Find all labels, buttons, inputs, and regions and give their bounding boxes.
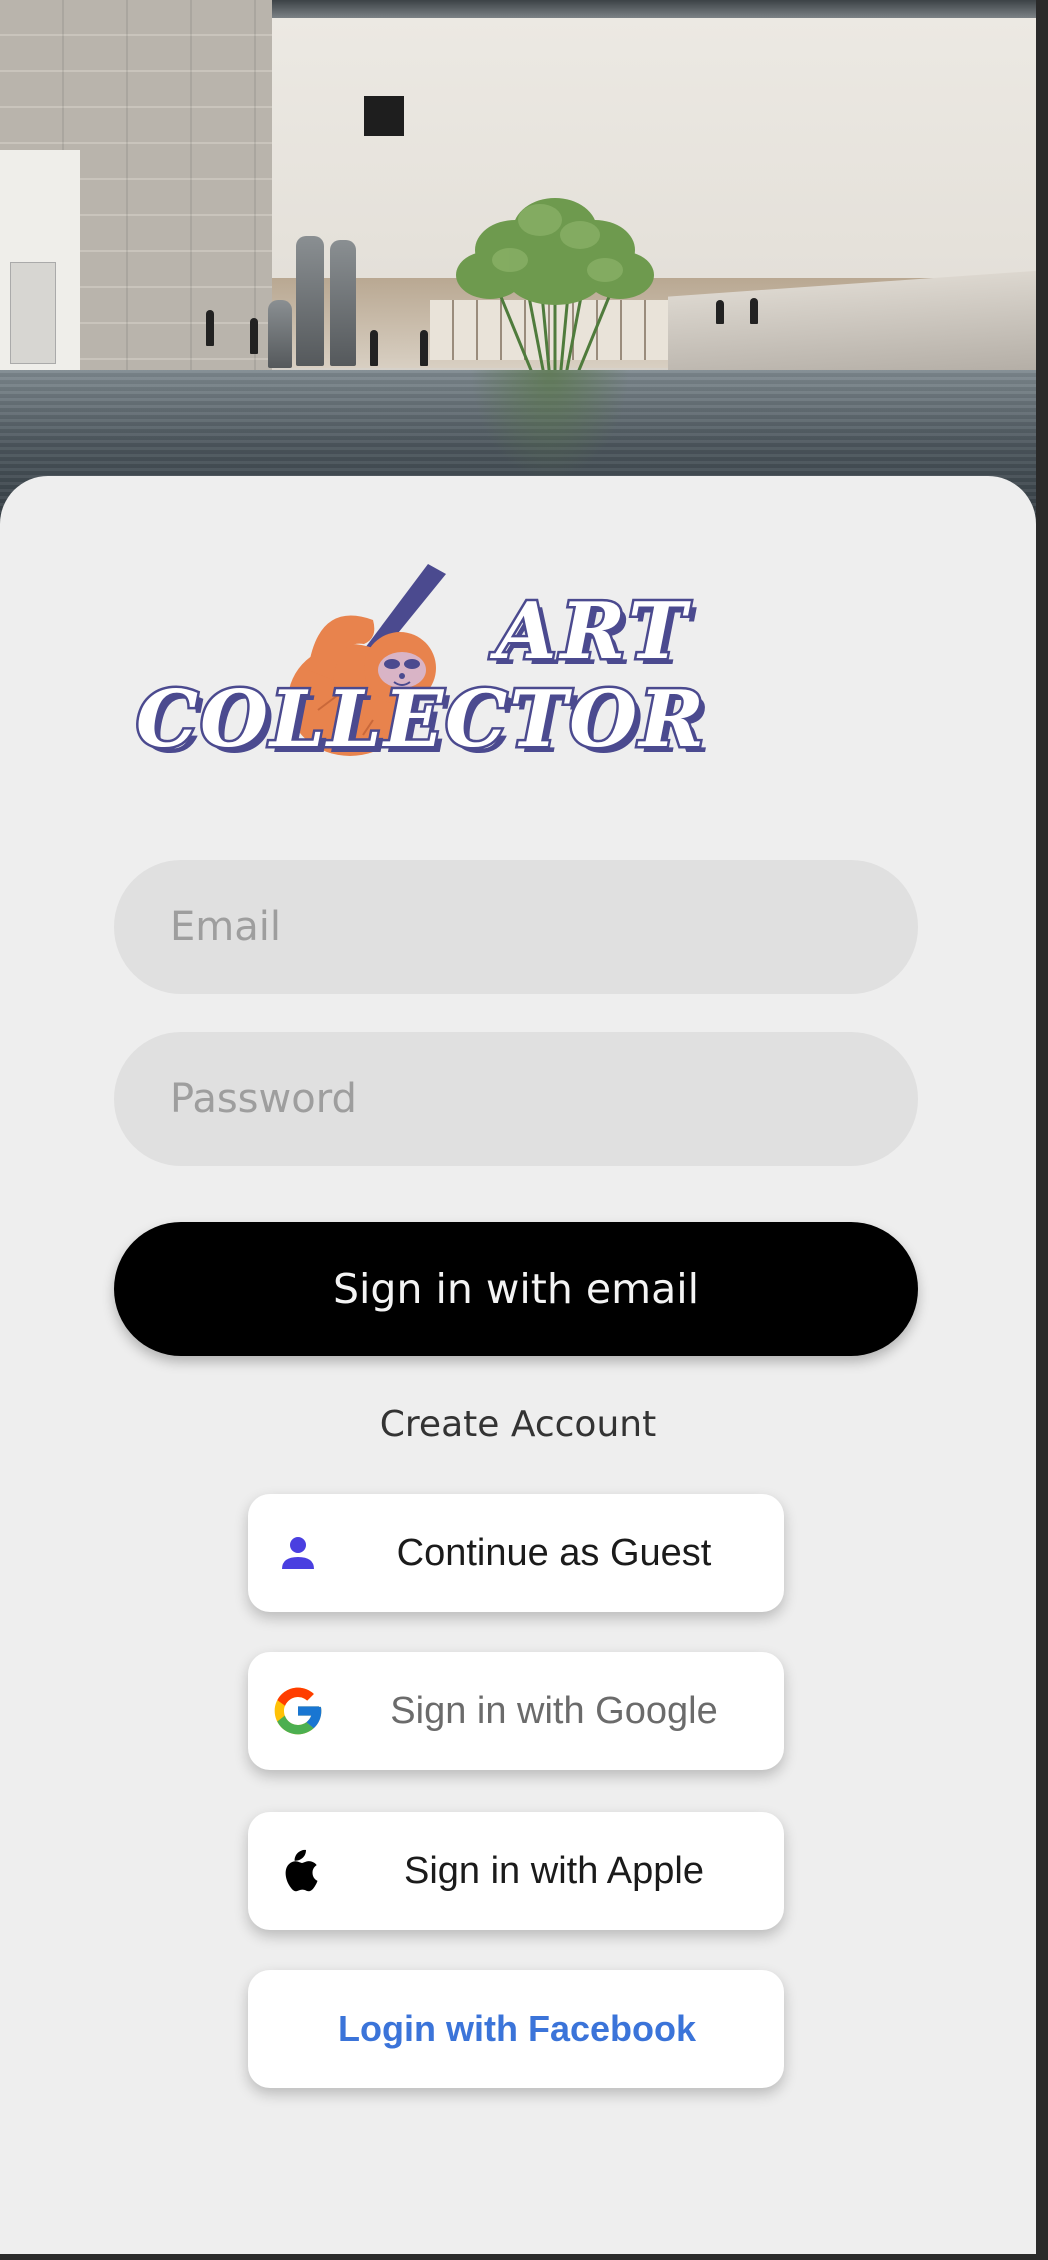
- window-edge-bottom: [0, 2254, 1048, 2260]
- apple-button-label: Sign in with Apple: [404, 1849, 704, 1892]
- google-button-label: Sign in with Google: [390, 1689, 718, 1732]
- logo-text-line1: ART: [493, 584, 691, 680]
- app-screen: ART COLLECTOR Sign in with email Create …: [0, 0, 1048, 2260]
- continue-as-guest-button[interactable]: Continue as Guest: [248, 1494, 784, 1612]
- sign-in-email-button[interactable]: Sign in with email: [114, 1222, 918, 1356]
- sign-in-apple-button[interactable]: Sign in with Apple: [248, 1812, 784, 1930]
- sign-in-google-button[interactable]: Sign in with Google: [248, 1652, 784, 1770]
- facebook-button-label: Login with Facebook: [338, 2008, 696, 2049]
- window-edge: [1036, 0, 1048, 2260]
- apple-icon: [248, 1847, 348, 1895]
- logo-text-line2: COLLECTOR: [133, 672, 707, 768]
- create-account-link[interactable]: Create Account: [0, 1404, 1036, 1445]
- guest-button-label: Continue as Guest: [396, 1531, 712, 1574]
- email-input[interactable]: [168, 903, 864, 951]
- email-field[interactable]: [114, 860, 918, 994]
- person-icon: [248, 1533, 348, 1573]
- password-input[interactable]: [168, 1075, 864, 1123]
- password-field[interactable]: [114, 1032, 918, 1166]
- login-facebook-button[interactable]: Login with Facebook: [248, 1970, 784, 2088]
- app-logo: ART COLLECTOR: [128, 556, 902, 768]
- google-icon: [248, 1683, 348, 1739]
